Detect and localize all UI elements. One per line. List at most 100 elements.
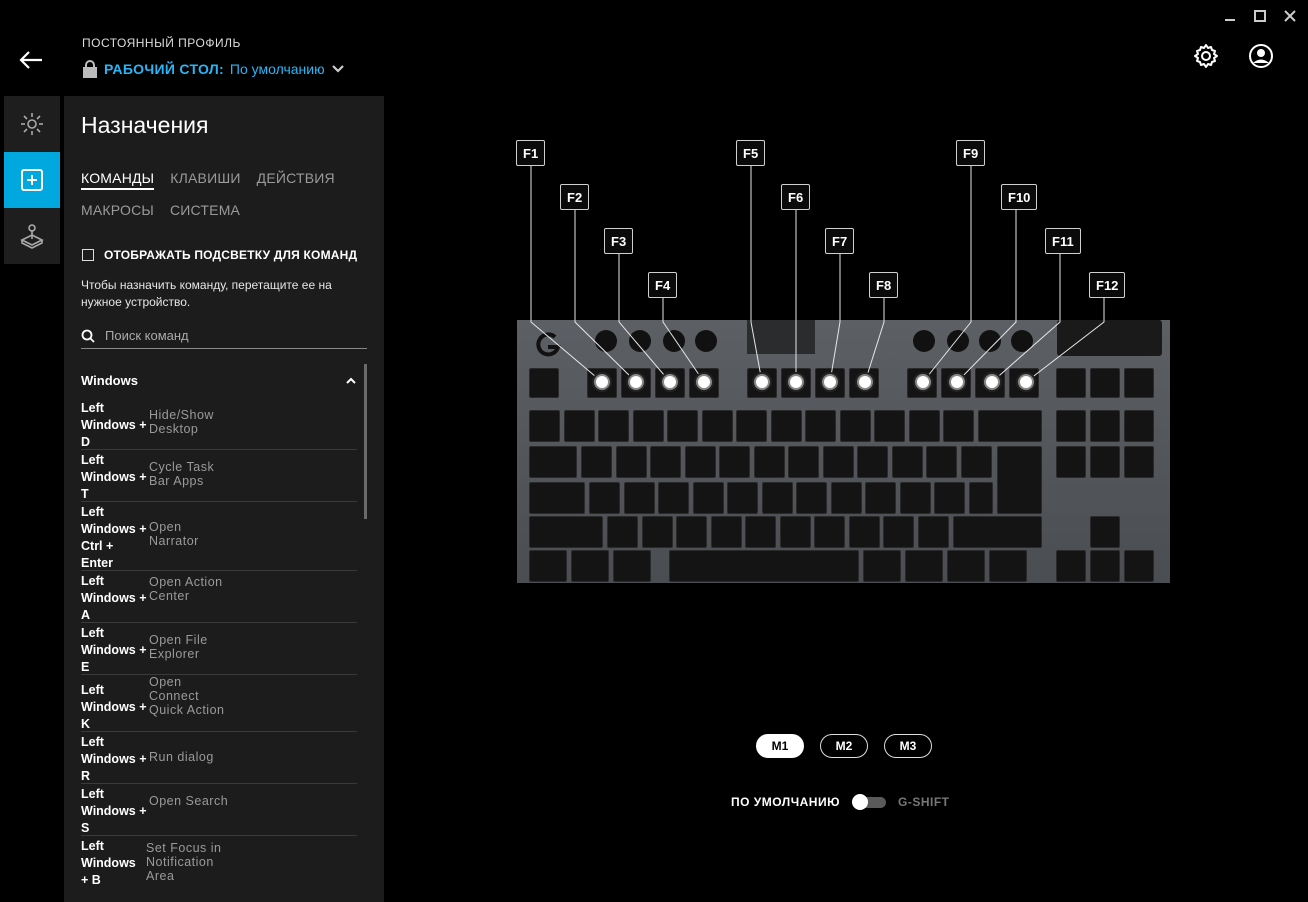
command-desc: Open File Explorer (149, 633, 208, 661)
minimize-button[interactable] (1222, 8, 1238, 24)
group-title: Windows (81, 373, 138, 388)
assign-point-f12[interactable] (1018, 374, 1034, 390)
rail-lighting[interactable] (4, 96, 60, 152)
key (814, 516, 845, 548)
search-input[interactable] (105, 328, 345, 343)
tab-actions[interactable]: ДЕЙСТВИЯ (257, 170, 335, 190)
close-button[interactable] (1282, 8, 1298, 24)
key (571, 550, 609, 582)
profile-name: РАБОЧИЙ СТОЛ: (104, 61, 224, 77)
tab-commands[interactable]: КОМАНДЫ (81, 170, 155, 190)
assign-point-f8[interactable] (857, 374, 873, 390)
key (1090, 550, 1120, 582)
mode-button-m3[interactable]: M3 (884, 734, 932, 758)
volume-roller (1057, 320, 1162, 356)
assign-point-f5[interactable] (754, 374, 770, 390)
command-item[interactable]: Left Windows + B Set Focus in Notificati… (81, 836, 357, 888)
command-item[interactable]: Left Windows + E Open File Explorer (81, 623, 357, 675)
account-button[interactable] (1247, 42, 1275, 70)
assign-point-f7[interactable] (822, 374, 838, 390)
user-icon (1249, 44, 1273, 68)
maximize-button[interactable] (1252, 8, 1268, 24)
assign-point-f10[interactable] (949, 374, 965, 390)
search-icon (81, 329, 95, 343)
profile-selector[interactable]: РАБОЧИЙ СТОЛ: По умолчанию (82, 60, 345, 78)
key (839, 410, 871, 442)
callout-f7: F7 (825, 228, 855, 254)
rail-assignments[interactable] (4, 152, 60, 208)
command-list: Left Windows + D Hide/Show Desktop Left … (81, 398, 357, 888)
command-search[interactable] (81, 323, 367, 349)
key (1090, 368, 1120, 398)
key (563, 410, 595, 442)
command-item[interactable]: Left Windows + R Run dialog (81, 732, 357, 784)
key (969, 482, 993, 514)
key (934, 482, 965, 514)
key (736, 410, 767, 442)
mode-button-m1[interactable]: M1 (756, 734, 804, 758)
assign-point-f3[interactable] (662, 374, 678, 390)
key (947, 550, 985, 582)
assign-point-f2[interactable] (628, 374, 644, 390)
back-arrow-icon (19, 51, 42, 69)
key (899, 482, 931, 514)
callout-f2: F2 (560, 184, 590, 210)
settings-button[interactable] (1192, 42, 1220, 70)
key (960, 446, 992, 478)
toggle-right-label: G-SHIFT (897, 795, 950, 809)
key (529, 516, 603, 548)
key (1090, 446, 1120, 478)
key (701, 410, 733, 442)
tab-system[interactable]: СИСТЕМА (170, 202, 240, 220)
tab-macros[interactable]: МАКРОСЫ (81, 202, 154, 220)
key (1124, 446, 1154, 478)
key (684, 446, 716, 478)
command-item[interactable]: Left Windows + S Open Search (81, 784, 357, 836)
command-item[interactable]: Left Windows + D Hide/Show Desktop (81, 398, 357, 450)
gshift-toggle-row: ПО УМОЛЧАНИЮ G-SHIFT (731, 794, 949, 810)
assign-point-f6[interactable] (788, 374, 804, 390)
command-keys: Left Windows + R (81, 735, 147, 783)
command-keys: Left Windows + K (81, 683, 147, 731)
group-header-windows[interactable]: Windows (81, 373, 357, 388)
assign-point-f1[interactable] (594, 374, 610, 390)
key (830, 482, 862, 514)
command-keys: Left Windows + D (81, 401, 147, 449)
key (908, 410, 940, 442)
back-button[interactable] (18, 48, 44, 72)
gear-icon (1194, 44, 1218, 68)
chevron-up-icon (346, 377, 356, 384)
toggle-knob (851, 794, 868, 810)
rail-game-mode[interactable] (4, 208, 60, 264)
key (874, 410, 905, 442)
assign-point-f9[interactable] (915, 374, 931, 390)
show-backlight-option[interactable]: ОТОБРАЖАТЬ ПОДСВЕТКУ ДЛЯ КОМАНД (82, 248, 357, 262)
command-desc: Set Focus in Notification Area (146, 841, 222, 883)
minimize-icon (1225, 19, 1235, 21)
toggle-left-label: ПО УМОЛЧАНИЮ (731, 795, 840, 809)
mode-button-m2[interactable]: M2 (820, 734, 868, 758)
key (865, 482, 896, 514)
media-button (947, 330, 969, 352)
key (863, 550, 901, 582)
key (770, 410, 802, 442)
assign-point-f4[interactable] (696, 374, 712, 390)
gshift-toggle[interactable] (851, 794, 886, 810)
key (978, 410, 1042, 442)
command-item[interactable]: Left Windows + T Cycle Task Bar Apps (81, 450, 357, 502)
command-item[interactable]: Left Windows + K Open Connect Quick Acti… (81, 675, 357, 732)
tab-keys[interactable]: КЛАВИШИ (170, 170, 240, 190)
command-keys: Left Windows + A (81, 574, 147, 622)
show-backlight-checkbox[interactable] (82, 249, 94, 261)
key (883, 516, 914, 548)
command-desc: Open Action Center (149, 575, 223, 603)
scrollbar[interactable] (364, 364, 367, 519)
command-keys: Left Windows + Ctrl + Enter (81, 505, 147, 570)
assign-point-f11[interactable] (984, 374, 1000, 390)
command-item[interactable]: Left Windows + Ctrl + Enter Open Narrato… (81, 502, 357, 571)
command-item[interactable]: Left Windows + A Open Action Center (81, 571, 357, 623)
key (676, 516, 707, 548)
key (788, 446, 819, 478)
keyboard-image (517, 320, 1170, 583)
key (727, 482, 758, 514)
